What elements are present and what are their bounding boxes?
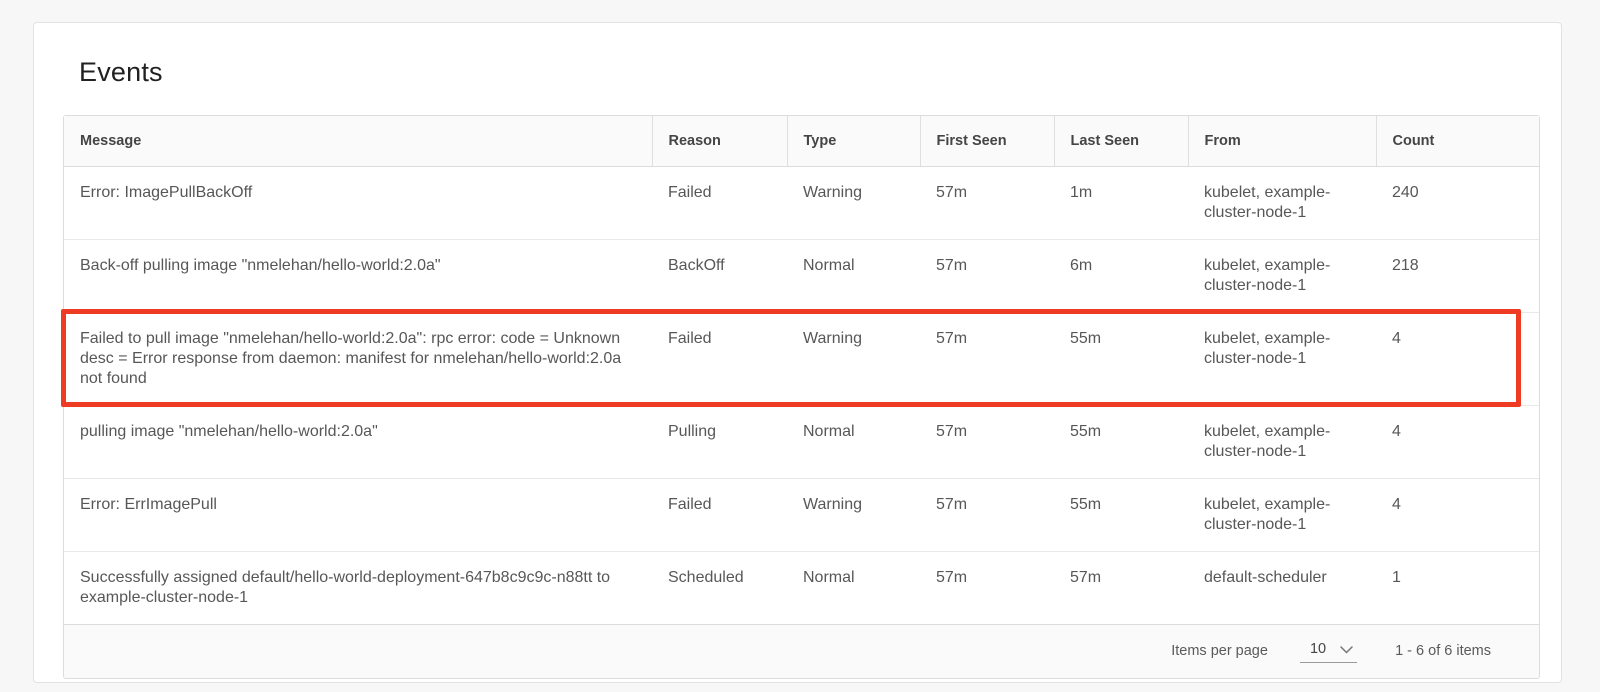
cell-type: Normal [787,405,920,478]
column-header-reason: Reason [652,116,787,166]
column-header-count: Count [1376,116,1539,166]
cell-type: Normal [787,239,920,312]
cell-count: 218 [1376,239,1539,312]
column-header-message: Message [64,116,652,166]
chevron-down-icon [1340,646,1353,654]
cell-last-seen: 6m [1054,239,1188,312]
column-header-first-seen: First Seen [920,116,1054,166]
items-per-page-select[interactable]: 10 [1300,639,1357,663]
table-row: Back-off pulling image "nmelehan/hello-w… [64,239,1539,312]
cell-message: Error: ErrImagePull [64,478,652,551]
table-row: pulling image "nmelehan/hello-world:2.0a… [64,405,1539,478]
column-header-from: From [1188,116,1376,166]
table-row: Failed to pull image "nmelehan/hello-wor… [64,312,1539,405]
cell-from: kubelet, example-cluster-node-1 [1188,166,1376,239]
cell-message: Successfully assigned default/hello-worl… [64,551,652,624]
cell-last-seen: 55m [1054,312,1188,405]
table-wrapper: Message Reason Type First Seen Last Seen… [63,115,1540,679]
cell-reason: Failed [652,166,787,239]
cell-from: kubelet, example-cluster-node-1 [1188,405,1376,478]
pagination-footer: Items per page 10 1 - 6 of 6 items [64,624,1539,678]
cell-message: Back-off pulling image "nmelehan/hello-w… [64,239,652,312]
cell-first-seen: 57m [920,166,1054,239]
cell-message: Failed to pull image "nmelehan/hello-wor… [64,312,652,405]
table-body: Error: ImagePullBackOff Failed Warning 5… [64,166,1539,624]
cell-from: default-scheduler [1188,551,1376,624]
cell-count: 1 [1376,551,1539,624]
table-row: Error: ImagePullBackOff Failed Warning 5… [64,166,1539,239]
cell-type: Warning [787,478,920,551]
cell-last-seen: 1m [1054,166,1188,239]
cell-count: 4 [1376,312,1539,405]
page-title: Events [63,57,1535,88]
cell-reason: BackOff [652,239,787,312]
cell-first-seen: 57m [920,551,1054,624]
column-header-type: Type [787,116,920,166]
table-row: Successfully assigned default/hello-worl… [64,551,1539,624]
events-card: Events Message Reason Type First Seen La… [33,22,1562,683]
cell-last-seen: 57m [1054,551,1188,624]
cell-reason: Failed [652,312,787,405]
items-per-page-label: Items per page [1171,643,1268,659]
table-row: Error: ErrImagePull Failed Warning 57m 5… [64,478,1539,551]
cell-count: 4 [1376,478,1539,551]
cell-reason: Pulling [652,405,787,478]
cell-message: Error: ImagePullBackOff [64,166,652,239]
column-header-last-seen: Last Seen [1054,116,1188,166]
pagination-range: 1 - 6 of 6 items [1395,643,1491,659]
cell-count: 4 [1376,405,1539,478]
cell-first-seen: 57m [920,312,1054,405]
cell-type: Warning [787,166,920,239]
cell-last-seen: 55m [1054,405,1188,478]
events-table: Message Reason Type First Seen Last Seen… [64,116,1539,624]
cell-from: kubelet, example-cluster-node-1 [1188,478,1376,551]
cell-reason: Failed [652,478,787,551]
cell-reason: Scheduled [652,551,787,624]
cell-first-seen: 57m [920,478,1054,551]
cell-first-seen: 57m [920,405,1054,478]
cell-message: pulling image "nmelehan/hello-world:2.0a… [64,405,652,478]
items-per-page-value: 10 [1310,641,1326,657]
cell-count: 240 [1376,166,1539,239]
cell-last-seen: 55m [1054,478,1188,551]
cell-from: kubelet, example-cluster-node-1 [1188,239,1376,312]
cell-type: Normal [787,551,920,624]
cell-first-seen: 57m [920,239,1054,312]
cell-type: Warning [787,312,920,405]
cell-from: kubelet, example-cluster-node-1 [1188,312,1376,405]
table-header: Message Reason Type First Seen Last Seen… [64,116,1539,166]
